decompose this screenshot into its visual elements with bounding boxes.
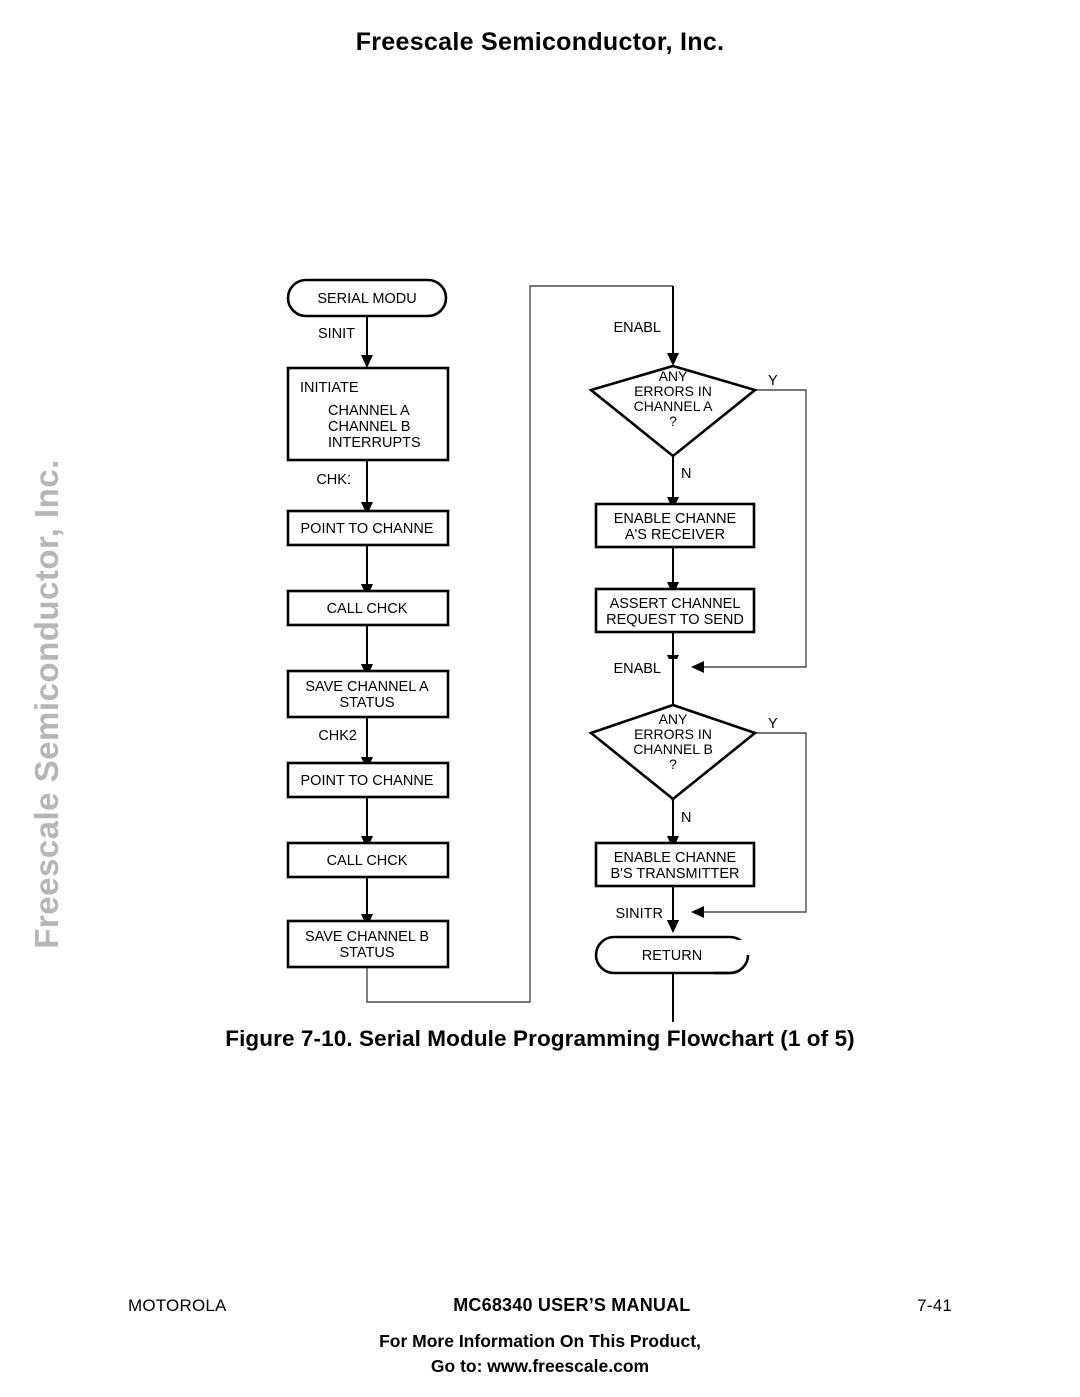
node-enable-rx-line1: ENABLE CHANNE: [614, 511, 737, 527]
decision-b-yes-label: Y: [768, 716, 778, 732]
decision-any-errors-channel-a: ANY ERRORS IN CHANNEL A ?: [588, 364, 758, 458]
footer-promo: For More Information On This Product, Go…: [0, 1329, 1080, 1379]
decision-b-line2: ERRORS IN: [634, 726, 712, 742]
footer-promo-line1: For More Information On This Product,: [379, 1331, 701, 1351]
footer-manual-title: MC68340 USER’S MANUAL: [453, 1295, 691, 1315]
node-save-channel-a-line1: SAVE CHANNEL A: [305, 679, 429, 695]
node-initiate-interrupts: INITIATE CHANNEL A CHANNEL B INTERRUPTS: [286, 366, 450, 462]
label-enable-a: ENABL: [613, 320, 661, 336]
node-save-channel-b-line1: SAVE CHANNEL B: [305, 929, 429, 945]
node-save-channel-b-line2: STATUS: [339, 945, 394, 961]
footer-page-number: 7-41: [917, 1296, 952, 1315]
decision-b-no-label: N: [681, 810, 691, 826]
node-save-channel-b-status: SAVE CHANNEL B STATUS: [286, 919, 450, 969]
figure-caption: Figure 7-10. Serial Module Programming F…: [225, 1026, 855, 1051]
node-initiate-title: INITIATE: [300, 380, 359, 396]
node-initiate-line1: CHANNEL A: [328, 403, 410, 419]
footer-company: MOTOROLA: [128, 1296, 227, 1315]
node-serial-module-start: SERIAL MODU: [286, 278, 448, 318]
node-assert-channel-rts: ASSERT CHANNEL REQUEST TO SEND: [594, 587, 756, 634]
node-point-to-channel-b: POINT TO CHANNE: [286, 761, 450, 799]
node-point-to-channel-a: POINT TO CHANNE: [286, 509, 450, 547]
page-header-title: Freescale Semiconductor, Inc.: [355, 28, 725, 56]
node-enable-channel-a-receiver: ENABLE CHANNE A'S RECEIVER: [594, 502, 756, 549]
decision-a-line2: ERRORS IN: [634, 383, 712, 399]
node-enable-tx-line1: ENABLE CHANNE: [614, 850, 737, 866]
decision-a-no-label: N: [681, 466, 691, 482]
label-chk1: CHK1: [316, 472, 355, 488]
node-call-chck-a: CALL CHCK: [286, 589, 450, 627]
label-enable-b: ENABL: [613, 661, 661, 677]
decision-b-line1: ANY: [659, 711, 688, 727]
decision-a-line4: ?: [669, 413, 677, 429]
decision-b-line3: CHANNEL B: [633, 741, 713, 757]
decision-b-line4: ?: [669, 756, 677, 772]
node-return-label: RETURN: [642, 948, 702, 964]
node-point-to-channel-b-label: POINT TO CHANNE: [301, 773, 434, 789]
label-sinitr: SINITR: [615, 906, 663, 922]
node-enable-rx-line2: A'S RECEIVER: [625, 527, 725, 543]
node-call-chck-a-label: CALL CHCK: [327, 601, 408, 617]
node-save-channel-a-line2: STATUS: [339, 695, 394, 711]
decision-a-yes-label: Y: [768, 373, 778, 389]
node-assert-rts-line2: REQUEST TO SEND: [606, 612, 744, 628]
decision-any-errors-channel-b: ANY ERRORS IN CHANNEL B ?: [588, 703, 758, 801]
node-assert-rts-line1: ASSERT CHANNEL: [610, 596, 741, 612]
footer-promo-line2: Go to: www.freescale.com: [430, 1355, 650, 1376]
node-serial-module-start-label: SERIAL MODU: [317, 291, 416, 307]
node-enable-channel-b-transmitter: ENABLE CHANNE B'S TRANSMITTER: [594, 841, 756, 888]
decision-a-line3: CHANNEL A: [634, 398, 714, 414]
label-chk2: CHK2: [318, 728, 357, 744]
decision-a-line1: ANY: [659, 368, 688, 384]
node-enable-tx-line2: B'S TRANSMITTER: [611, 866, 740, 882]
label-sinit: SINIT: [318, 326, 355, 342]
page-footer: MOTOROLA MC68340 USER’S MANUAL 7-41: [128, 1295, 952, 1316]
node-call-chck-b: CALL CHCK: [286, 841, 450, 879]
node-call-chck-b-label: CALL CHCK: [327, 853, 408, 869]
node-save-channel-a-status: SAVE CHANNEL A STATUS: [286, 669, 450, 719]
serial-module-programming-flowchart: SERIAL MODU SINIT INITIATE CHANNEL A CHA…: [0, 262, 1080, 1022]
node-initiate-line3: INTERRUPTS: [328, 435, 421, 451]
node-point-to-channel-a-label: POINT TO CHANNE: [301, 521, 434, 537]
node-initiate-line2: CHANNEL B: [328, 419, 410, 435]
